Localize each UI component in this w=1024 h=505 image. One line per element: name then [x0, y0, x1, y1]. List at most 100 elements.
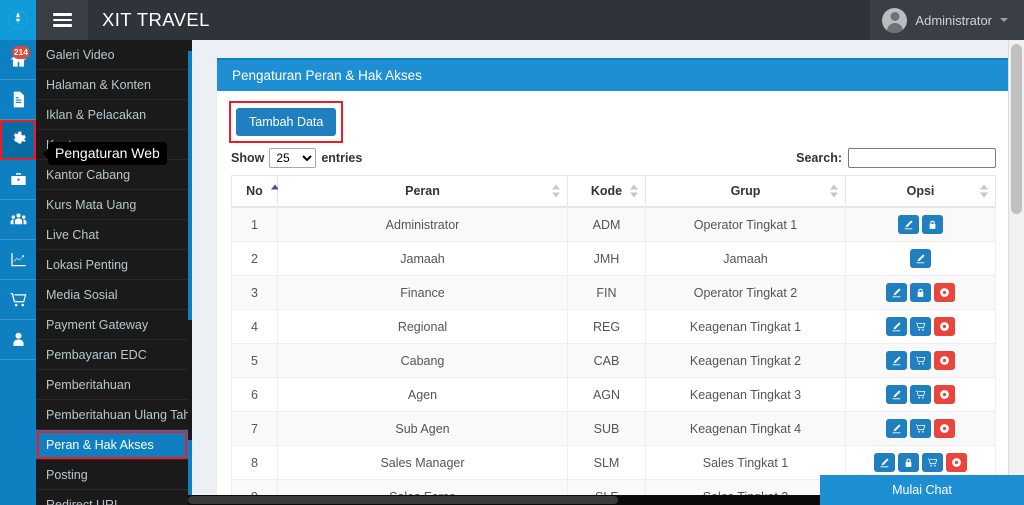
cell-opsi: [845, 206, 996, 242]
sidebar-item-pemberitahuan-ulang-tahun[interactable]: Pemberitahuan Ulang Tahun: [36, 400, 188, 430]
cell-peran: Jamaah: [277, 241, 568, 276]
top-navbar: XIT TRAVEL Administrator: [0, 0, 1024, 40]
lock-button[interactable]: [910, 283, 931, 302]
sidebar-item-peran-hak-akses[interactable]: Peran & Hak Akses: [36, 430, 188, 460]
rail-item-users[interactable]: [0, 200, 36, 240]
avatar: [882, 7, 908, 33]
table-header-grup[interactable]: Grup: [645, 175, 846, 208]
vertical-scroll-thumb[interactable]: [1011, 44, 1022, 214]
sidebar-item-label: Posting: [46, 468, 88, 482]
sidebar-item-label: Payment Gateway: [46, 318, 149, 332]
cell-grup: Keagenan Tingkat 4: [645, 411, 846, 446]
edit-button[interactable]: [874, 453, 895, 472]
cell-kode: SUB: [567, 411, 646, 446]
table-header-peran[interactable]: Peran: [277, 175, 568, 208]
sidebar-item-halaman-konten[interactable]: Halaman & Konten: [36, 70, 188, 100]
search-label: Search:: [796, 151, 842, 165]
rail-item-reports[interactable]: [0, 240, 36, 280]
rail-item-documents[interactable]: [0, 80, 36, 120]
row-actions: [854, 351, 987, 370]
vertical-scrollbar[interactable]: [1008, 40, 1024, 505]
horizontal-scroll-thumb[interactable]: [188, 496, 618, 504]
cart-button[interactable]: [910, 317, 931, 336]
table-row: 1 Administrator ADM Operator Tingkat 1: [231, 206, 996, 242]
table-header-no[interactable]: No: [231, 175, 279, 208]
table-row: 4 Regional REG Keagenan Tingkat 1: [231, 309, 996, 344]
row-actions: [854, 249, 987, 268]
cart-button[interactable]: [910, 419, 931, 438]
cell-kode: FIN: [567, 275, 646, 310]
row-actions: [854, 453, 987, 472]
delete-icon: [940, 390, 949, 399]
sidebar-item-live-chat[interactable]: Live Chat: [36, 220, 188, 250]
cell-kode: ADM: [567, 206, 646, 242]
delete-button[interactable]: [934, 283, 955, 302]
table-header-label: Peran: [405, 184, 440, 198]
sidebar-item-lokasi-penting[interactable]: Lokasi Penting: [36, 250, 188, 280]
sidebar-item-kurs-mata-uang[interactable]: Kurs Mata Uang: [36, 190, 188, 220]
rail-item-home[interactable]: 214: [0, 40, 36, 80]
table-header-kode[interactable]: Kode: [567, 175, 646, 208]
edit-button[interactable]: [886, 317, 907, 336]
rail-item-cart[interactable]: [0, 280, 36, 320]
row-actions: [854, 283, 987, 302]
cell-no: 4: [231, 309, 278, 344]
cell-grup: Operator Tingkat 2: [645, 275, 846, 310]
table-body: 1 Administrator ADM Operator Tingkat 1 2 Jama…: [231, 206, 996, 505]
rail-item-briefcase[interactable]: [0, 160, 36, 200]
table-head: No Peran Kode Grup Opsi: [231, 175, 996, 208]
cell-peran: Agen: [277, 377, 568, 412]
cart-icon: [915, 356, 926, 365]
sidebar-item-payment-gateway[interactable]: Payment Gateway: [36, 310, 188, 340]
hamburger-icon: [52, 13, 72, 27]
edit-icon: [904, 220, 913, 230]
cell-no: 3: [231, 275, 278, 310]
edit-button[interactable]: [898, 215, 919, 234]
user-menu[interactable]: Administrator: [870, 0, 1024, 40]
edit-button[interactable]: [886, 385, 907, 404]
lock-button[interactable]: [898, 453, 919, 472]
sidebar-item-iklan-pelacakan[interactable]: Iklan & Pelacakan: [36, 100, 188, 130]
edit-button[interactable]: [886, 283, 907, 302]
person-icon: [12, 332, 24, 346]
lock-button[interactable]: [922, 215, 943, 234]
app-root: XIT TRAVEL Administrator 214 Galeri Vide…: [0, 0, 1024, 505]
search-input[interactable]: [848, 148, 996, 168]
cart-button[interactable]: [922, 453, 943, 472]
icon-rail: 214: [0, 40, 36, 505]
sidebar-item-posting[interactable]: Posting: [36, 460, 188, 490]
app-logo-globe-icon[interactable]: [0, 0, 36, 40]
cell-opsi: [845, 411, 996, 446]
delete-button[interactable]: [934, 317, 955, 336]
cart-button[interactable]: [910, 385, 931, 404]
brand-title: XIT TRAVEL: [88, 0, 224, 40]
edit-button[interactable]: [886, 419, 907, 438]
edit-button[interactable]: [910, 249, 931, 268]
entries-per-page-select[interactable]: 102550100: [269, 148, 317, 168]
chevron-down-icon: [1000, 18, 1008, 22]
rail-item-profile[interactable]: [0, 320, 36, 360]
start-chat-button[interactable]: Mulai Chat: [820, 475, 1024, 505]
add-data-button[interactable]: Tambah Data: [236, 108, 337, 136]
delete-button[interactable]: [946, 453, 967, 472]
cart-button[interactable]: [910, 351, 931, 370]
delete-button[interactable]: [934, 351, 955, 370]
sort-icon: [552, 184, 560, 198]
sort-icon: [630, 184, 638, 198]
delete-button[interactable]: [934, 385, 955, 404]
sidebar-item-pemberitahuan[interactable]: Pemberitahuan: [36, 370, 188, 400]
table-header-opsi[interactable]: Opsi: [845, 175, 996, 208]
delete-button[interactable]: [934, 419, 955, 438]
cell-no: 7: [231, 411, 278, 446]
sidebar-item-galeri-video[interactable]: Galeri Video: [36, 40, 188, 70]
sidebar-item-redirect-url[interactable]: Redirect URL: [36, 490, 188, 505]
edit-icon: [892, 390, 901, 400]
menu-toggle-button[interactable]: [36, 0, 88, 40]
edit-button[interactable]: [886, 351, 907, 370]
sidebar-item-media-sosial[interactable]: Media Sosial: [36, 280, 188, 310]
chart-icon: [10, 253, 26, 267]
rail-item-settings[interactable]: [0, 120, 36, 160]
sidebar-item-label: Pembayaran EDC: [46, 348, 147, 362]
sidebar-item-pembayaran-edc[interactable]: Pembayaran EDC: [36, 340, 188, 370]
cart-icon: [10, 293, 26, 307]
